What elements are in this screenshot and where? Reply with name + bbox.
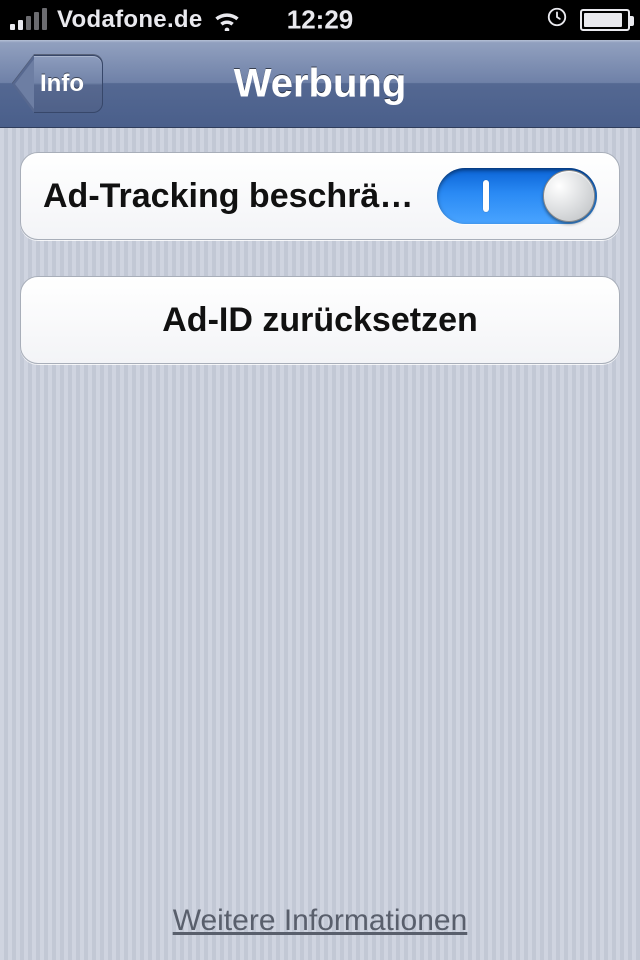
status-left: Vodafone.de: [10, 6, 241, 34]
page-title: Werbung: [234, 61, 407, 106]
back-button-label: Info: [34, 55, 103, 113]
toggle-on-indicator-icon: [483, 180, 489, 212]
content-area: Ad-Tracking beschränken Ad-ID zurücksetz…: [0, 128, 640, 960]
carrier-label: Vodafone.de: [57, 6, 203, 34]
navigation-bar: Info Werbung: [0, 40, 640, 128]
reset-ad-id-label: Ad-ID zurücksetzen: [162, 301, 478, 340]
more-info-link[interactable]: Weitere Informationen: [173, 904, 468, 944]
battery-icon: [580, 9, 630, 31]
signal-strength-icon: [10, 10, 47, 30]
reset-ad-id-button[interactable]: Ad-ID zurücksetzen: [20, 276, 620, 364]
chevron-left-icon: [12, 55, 34, 113]
wifi-icon: [213, 9, 241, 31]
clock-time: 12:29: [287, 5, 354, 36]
back-button[interactable]: Info: [12, 55, 103, 113]
alarm-icon: [546, 6, 568, 35]
limit-ad-tracking-toggle[interactable]: [437, 168, 597, 224]
status-bar: Vodafone.de 12:29: [0, 0, 640, 40]
status-right: [546, 6, 630, 35]
limit-ad-tracking-label: Ad-Tracking beschränken: [43, 177, 437, 216]
toggle-knob-icon: [543, 170, 595, 222]
limit-ad-tracking-row: Ad-Tracking beschränken: [20, 152, 620, 240]
